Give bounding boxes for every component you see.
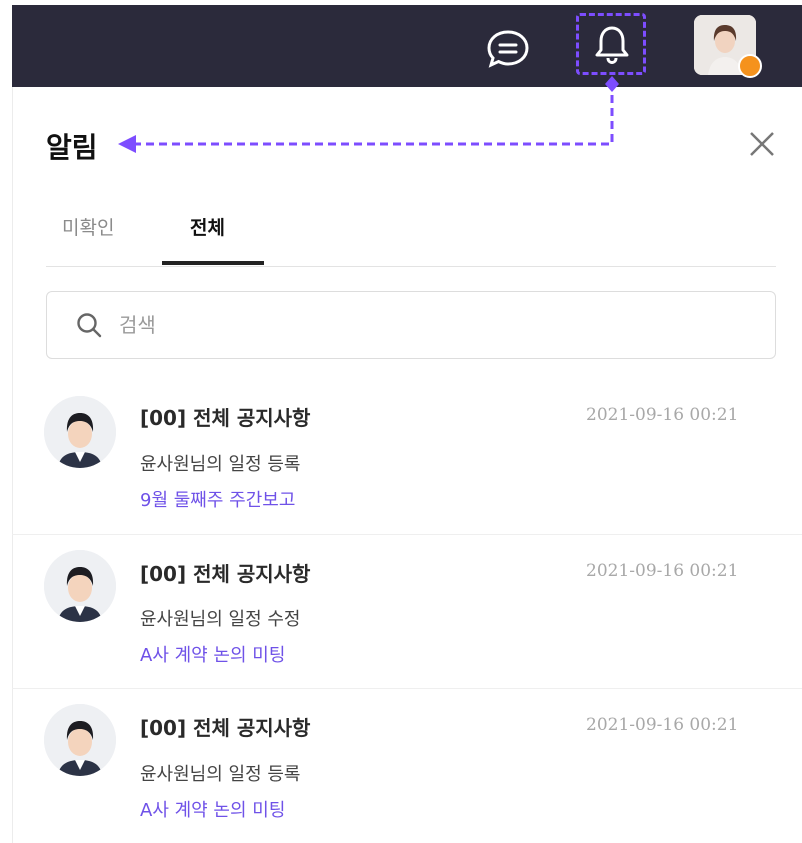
notification-subject: A사 계약 논의 미팅 xyxy=(140,800,286,821)
panel-title: 알림 xyxy=(46,131,98,164)
notification-desc: 윤사원님의 일정 등록 xyxy=(140,764,301,785)
notification-item[interactable] xyxy=(12,689,802,843)
sender-avatar xyxy=(44,396,116,468)
notification-subject: A사 계약 논의 미팅 xyxy=(140,645,286,666)
chat-button[interactable] xyxy=(484,28,532,68)
sender-avatar xyxy=(44,704,116,776)
close-icon xyxy=(750,132,774,156)
search-input[interactable] xyxy=(117,312,721,338)
notification-title: [00] 전체 공지사항 xyxy=(140,716,311,740)
notification-time: 2021-09-16 00:21 xyxy=(586,405,739,425)
notification-desc: 윤사원님의 일정 등록 xyxy=(140,454,301,475)
bell-icon xyxy=(595,26,629,64)
notification-bell-button[interactable] xyxy=(576,13,648,75)
tab-all[interactable]: 전체 xyxy=(190,213,225,240)
top-bar xyxy=(12,5,802,87)
tab-divider xyxy=(46,266,776,267)
sender-avatar xyxy=(44,550,116,622)
notification-time: 2021-09-16 00:21 xyxy=(586,561,739,581)
tab-unread[interactable]: 미확인 xyxy=(62,213,114,240)
notification-subject: 9월 둘째주 주간보고 xyxy=(140,490,296,511)
search-icon xyxy=(77,313,102,338)
active-tab-indicator xyxy=(162,261,264,265)
person-avatar-icon xyxy=(44,550,116,622)
person-avatar-icon xyxy=(44,396,116,468)
notification-title: [00] 전체 공지사항 xyxy=(140,406,311,430)
notification-desc: 윤사원님의 일정 수정 xyxy=(140,609,301,630)
notification-time: 2021-09-16 00:21 xyxy=(586,715,739,735)
notification-item[interactable] xyxy=(12,535,802,687)
close-button[interactable] xyxy=(740,124,784,164)
online-status-badge xyxy=(738,54,762,78)
notification-title: [00] 전체 공지사항 xyxy=(140,562,311,586)
person-avatar-icon xyxy=(44,704,116,776)
chat-icon xyxy=(487,30,529,68)
search-box xyxy=(46,291,776,359)
